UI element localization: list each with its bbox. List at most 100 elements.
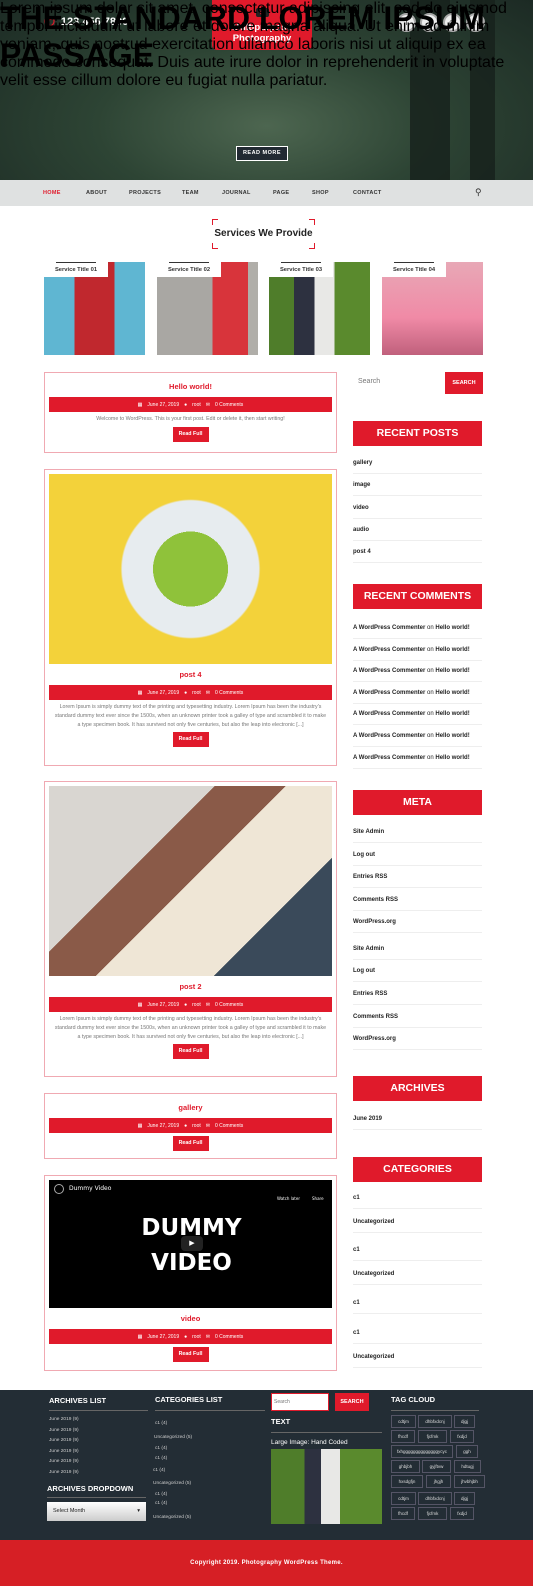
meta-link[interactable]: Entries RSS <box>353 983 482 1005</box>
meta-link[interactable]: Entries RSS <box>353 866 482 888</box>
comment-post-link[interactable]: Hello world! <box>435 733 469 739</box>
post-comments[interactable]: 0 Comments <box>215 1123 243 1129</box>
comment-post-link[interactable]: Hello world! <box>435 668 469 674</box>
tag-link[interactable]: dhbfxdcnj <box>418 1415 452 1428</box>
nav-contact[interactable]: CONTACT <box>353 190 382 196</box>
nav-home[interactable]: HOME <box>43 190 61 196</box>
footer-category-link[interactable]: c1 (4) <box>155 1421 167 1426</box>
tag-link[interactable]: jhgjh <box>426 1475 451 1488</box>
category-link[interactable]: c1 <box>353 1239 482 1261</box>
category-link[interactable]: c1 <box>353 1292 482 1314</box>
search-icon[interactable]: ⚲ <box>475 187 482 198</box>
tag-link[interactable]: gyjftvw <box>422 1460 451 1473</box>
footer-archive-link[interactable]: June 2019 (9) <box>49 1417 79 1422</box>
comment-author[interactable]: A WordPress Commenter <box>353 625 425 631</box>
footer-archive-link[interactable]: June 2019 (9) <box>49 1428 79 1433</box>
footer-category-link[interactable]: c1 (4) <box>155 1446 167 1451</box>
footer-archive-link[interactable]: June 2019 (9) <box>49 1459 79 1464</box>
nav-projects[interactable]: PROJECTS <box>129 190 161 196</box>
meta-link[interactable]: Log out <box>353 844 482 866</box>
read-full-button[interactable]: Read Full <box>172 1044 209 1060</box>
comment-post-link[interactable]: Hello world! <box>435 755 469 761</box>
tag-link[interactable]: fjcfmk <box>418 1430 447 1443</box>
tag-link[interactable]: cdtjm <box>391 1492 416 1505</box>
comment-author[interactable]: A WordPress Commenter <box>353 733 425 739</box>
category-link[interactable]: c1 <box>353 1322 482 1344</box>
post-comments[interactable]: 0 Comments <box>215 690 243 696</box>
meta-link[interactable]: Comments RSS <box>353 889 482 911</box>
tag-link[interactable]: ghbjbh <box>391 1460 420 1473</box>
post-title[interactable]: gallery <box>45 1103 336 1112</box>
service-card[interactable]: Service Title 03 <box>269 262 370 355</box>
post-author[interactable]: root <box>192 402 201 408</box>
footer-category-link[interactable]: Uncategorized (5) <box>153 1515 191 1520</box>
meta-link[interactable]: WordPress.org <box>353 911 482 933</box>
read-full-button[interactable]: Read Full <box>172 1136 209 1151</box>
post-author[interactable]: root <box>192 690 201 696</box>
tag-link[interactable]: cdtjm <box>391 1415 416 1428</box>
share-button[interactable]: Share <box>312 1196 324 1201</box>
post-title[interactable]: post 2 <box>45 982 336 991</box>
read-full-button[interactable]: Read Full <box>172 732 209 748</box>
tag-link[interactable]: djgj <box>454 1492 475 1505</box>
comment-author[interactable]: A WordPress Commenter <box>353 711 425 717</box>
meta-link[interactable]: Site Admin <box>353 938 482 960</box>
nav-shop[interactable]: SHOP <box>312 190 329 196</box>
search-button[interactable]: SEARCH <box>445 372 483 394</box>
comment-author[interactable]: A WordPress Commenter <box>353 647 425 653</box>
footer-archive-link[interactable]: June 2019 (9) <box>49 1438 79 1443</box>
nav-journal[interactable]: JOURNAL <box>222 190 251 196</box>
video-player[interactable]: Dummy Video Watch later Share DUMMY VIDE… <box>49 1180 332 1308</box>
video-title[interactable]: Dummy Video <box>69 1185 111 1192</box>
nav-about[interactable]: ABOUT <box>86 190 107 196</box>
tag-link[interactable]: fxdjd <box>450 1507 474 1520</box>
comment-post-link[interactable]: Hello world! <box>435 647 469 653</box>
tag-link[interactable]: hdtugj <box>454 1460 481 1473</box>
meta-link[interactable]: Site Admin <box>353 821 482 843</box>
recent-post-link[interactable]: video <box>353 497 482 519</box>
tag-link[interactable]: dhbfxdcnj <box>418 1492 452 1505</box>
tag-link[interactable]: fhcdf <box>391 1507 415 1520</box>
tag-link[interactable]: hxsdgfjn <box>391 1475 423 1488</box>
search-input[interactable]: Search <box>358 378 380 385</box>
category-link[interactable]: Uncategorized <box>353 1211 482 1233</box>
footer-archive-link[interactable]: June 2019 (9) <box>49 1470 79 1475</box>
comment-post-link[interactable]: Hello world! <box>435 625 469 631</box>
post-image[interactable] <box>49 786 332 976</box>
nav-page[interactable]: PAGE <box>273 190 289 196</box>
tag-link[interactable]: djgj <box>454 1415 475 1428</box>
post-author[interactable]: root <box>192 1123 201 1129</box>
read-full-button[interactable]: Read Full <box>172 426 209 442</box>
post-comments[interactable]: 0 Comments <box>215 1002 243 1008</box>
archives-dropdown[interactable]: Select Month ▾ <box>47 1502 146 1521</box>
recent-post-link[interactable]: post 4 <box>353 541 482 564</box>
archive-link[interactable]: June 2019 <box>353 1108 482 1130</box>
comment-author[interactable]: A WordPress Commenter <box>353 690 425 696</box>
play-icon[interactable]: ▶ <box>181 1236 203 1251</box>
footer-category-link[interactable]: c1 (4) <box>155 1501 167 1506</box>
footer-category-link[interactable]: Uncategorized (5) <box>154 1435 192 1440</box>
tag-link[interactable]: jhvbhjbh <box>454 1475 485 1488</box>
tag-link[interactable]: ggh <box>456 1445 478 1458</box>
post-title[interactable]: video <box>45 1314 336 1323</box>
footer-category-link[interactable]: Uncategorized (5) <box>153 1481 191 1486</box>
post-image[interactable] <box>49 474 332 664</box>
comment-post-link[interactable]: Hello world! <box>435 690 469 696</box>
read-more-button[interactable]: READ MORE <box>236 146 288 161</box>
meta-link[interactable]: Comments RSS <box>353 1006 482 1028</box>
tag-link[interactable]: fhcdf <box>391 1430 415 1443</box>
service-card[interactable]: Service Title 04 <box>382 262 483 355</box>
footer-category-link[interactable]: c1 (4) <box>155 1492 167 1497</box>
footer-archive-link[interactable]: June 2019 (9) <box>49 1449 79 1454</box>
tag-link[interactable]: fxhggggggggggggggycyc <box>391 1445 453 1458</box>
tag-link[interactable]: fjcfmk <box>418 1507 447 1520</box>
footer-search-button[interactable]: SEARCH <box>335 1393 369 1411</box>
tag-link[interactable]: fxdjd <box>450 1430 474 1443</box>
category-link[interactable]: Uncategorized <box>353 1263 482 1285</box>
category-link[interactable]: Uncategorized <box>353 1346 482 1368</box>
watch-later-button[interactable]: Watch later <box>277 1196 300 1201</box>
post-author[interactable]: root <box>192 1334 201 1340</box>
service-card[interactable]: Service Title 02 <box>157 262 258 355</box>
meta-link[interactable]: Log out <box>353 960 482 982</box>
footer-category-link[interactable]: c1 (4) <box>153 1468 165 1473</box>
